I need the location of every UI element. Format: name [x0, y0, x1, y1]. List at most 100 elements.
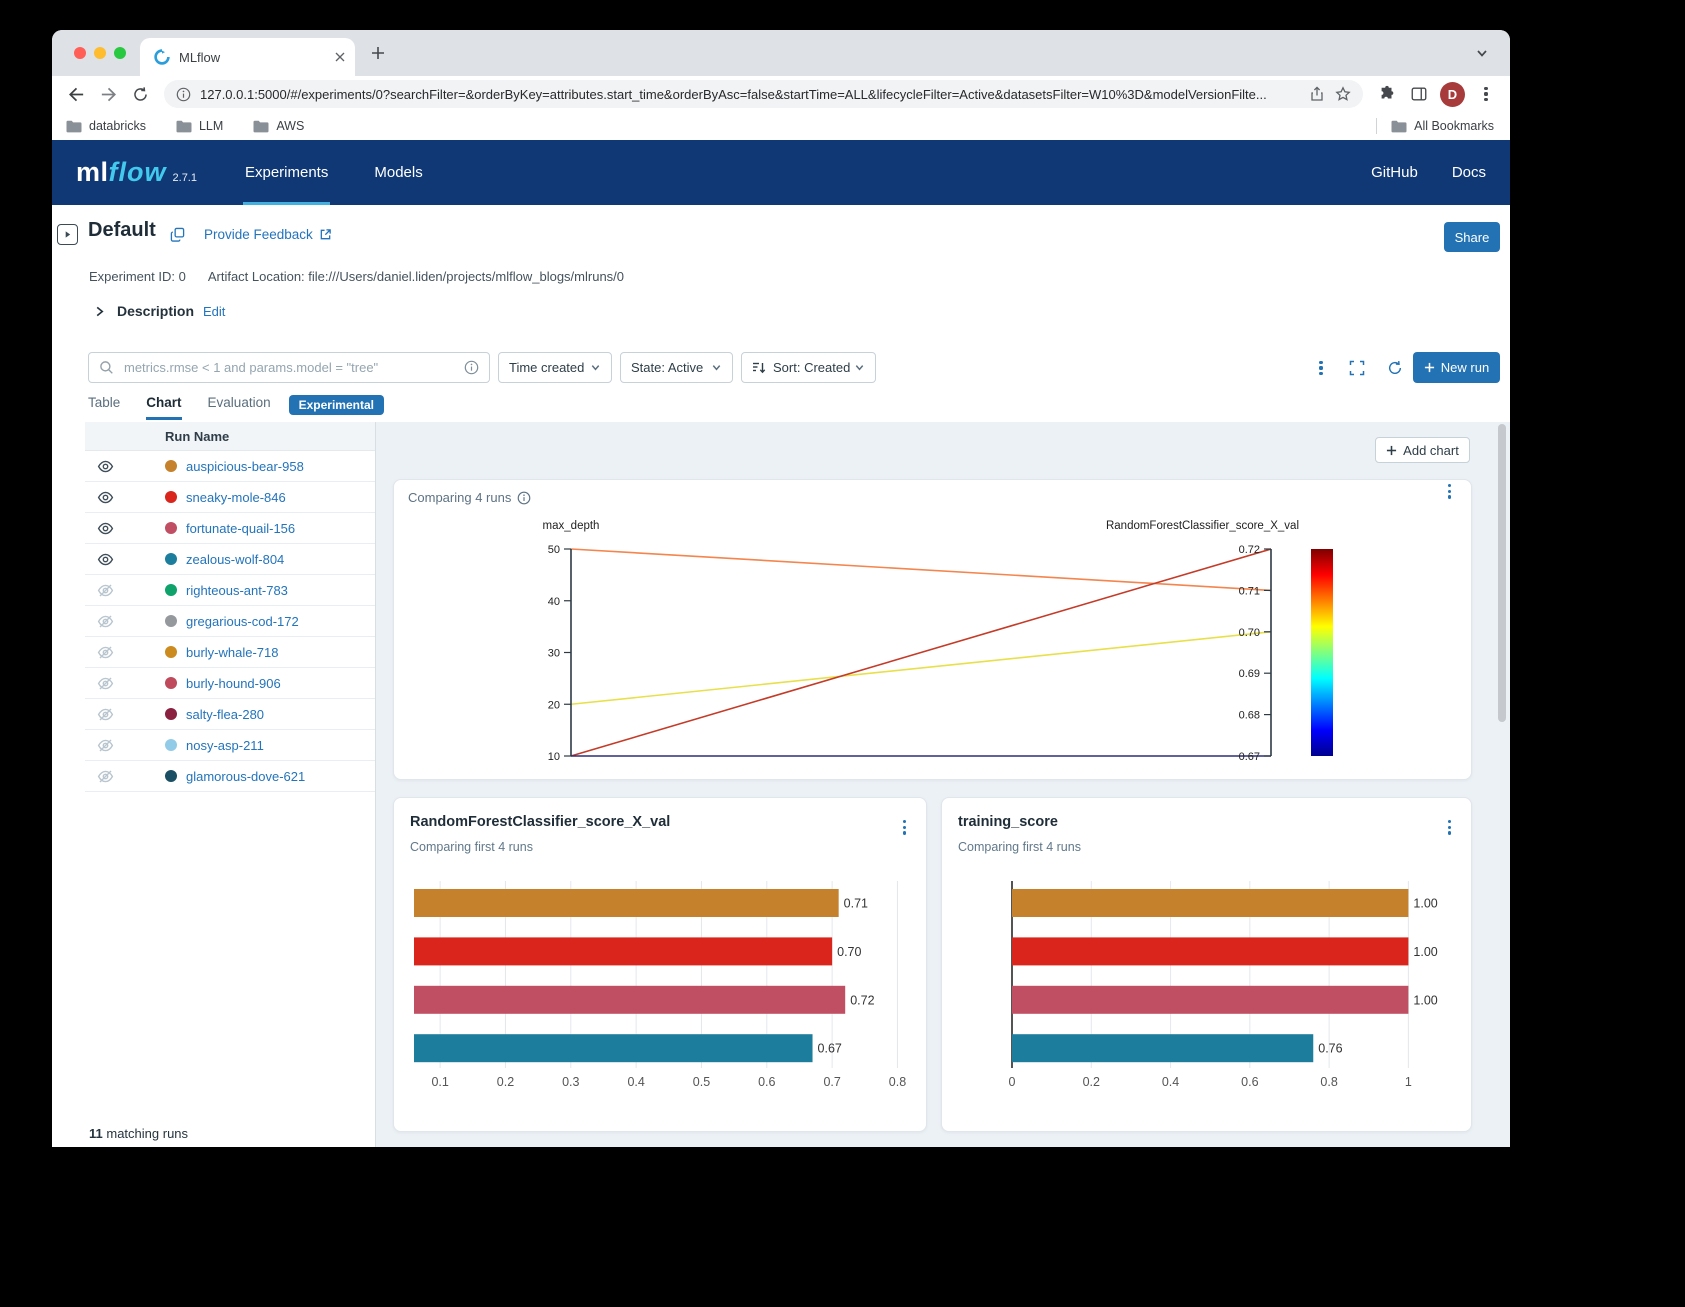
- run-name-link[interactable]: burly-hound-906: [186, 676, 281, 691]
- table-row[interactable]: nosy-asp-211: [85, 730, 375, 761]
- table-row[interactable]: glamorous-dove-621: [85, 761, 375, 792]
- table-row[interactable]: auspicious-bear-958: [85, 451, 375, 482]
- run-name-link[interactable]: righteous-ant-783: [186, 583, 288, 598]
- all-bookmarks-button[interactable]: All Bookmarks: [1391, 119, 1494, 133]
- run-name-link[interactable]: nosy-asp-211: [186, 738, 264, 753]
- search-icon: [99, 360, 114, 375]
- info-icon[interactable]: [517, 491, 531, 505]
- visibility-eye-icon[interactable]: [97, 520, 121, 537]
- version-label: 2.7.1: [173, 172, 197, 184]
- svg-text:0.68: 0.68: [1239, 710, 1260, 722]
- nav-experiments[interactable]: Experiments: [243, 140, 330, 205]
- time-created-dropdown[interactable]: Time created: [498, 352, 612, 383]
- run-name-link[interactable]: gregarious-cod-172: [186, 614, 299, 629]
- search-box[interactable]: [88, 352, 490, 383]
- chevron-right-icon[interactable]: [94, 306, 105, 317]
- refresh-icon[interactable]: [1382, 356, 1408, 380]
- search-info-icon[interactable]: [464, 360, 479, 375]
- back-icon[interactable]: [63, 81, 89, 107]
- sort-dropdown[interactable]: Sort: Created: [741, 352, 876, 383]
- table-row[interactable]: sneaky-mole-846: [85, 482, 375, 513]
- svg-text:0.76: 0.76: [1318, 1042, 1342, 1056]
- feedback-label[interactable]: Provide Feedback: [204, 227, 313, 242]
- run-name-link[interactable]: burly-whale-718: [186, 645, 279, 660]
- bookmark-label[interactable]: LLM: [199, 119, 223, 133]
- description-edit-link[interactable]: Edit: [203, 304, 225, 319]
- bookmark-label[interactable]: AWS: [276, 119, 304, 133]
- run-color-dot: [165, 584, 177, 596]
- run-name-link[interactable]: glamorous-dove-621: [186, 769, 305, 784]
- nav-models[interactable]: Models: [372, 140, 424, 205]
- table-row[interactable]: fortunate-quail-156: [85, 513, 375, 544]
- reload-icon[interactable]: [127, 81, 153, 107]
- github-link[interactable]: GitHub: [1371, 164, 1418, 181]
- chart-menu-kebab-icon[interactable]: [903, 820, 906, 835]
- minimize-window-button[interactable]: [94, 47, 106, 59]
- bookmark-star-icon[interactable]: [1335, 86, 1351, 102]
- bookmark-folder-databricks[interactable]: databricks: [66, 119, 146, 133]
- scrollbar-thumb[interactable]: [1498, 424, 1506, 722]
- docs-link[interactable]: Docs: [1452, 164, 1486, 181]
- visibility-eye-icon[interactable]: [97, 551, 121, 568]
- all-bookmarks-label[interactable]: All Bookmarks: [1414, 119, 1494, 133]
- extensions-puzzle-icon[interactable]: [1374, 81, 1400, 107]
- visibility-eye-icon[interactable]: [97, 489, 121, 506]
- bookmark-label[interactable]: databricks: [89, 119, 146, 133]
- run-name-link[interactable]: auspicious-bear-958: [186, 459, 304, 474]
- bookmark-folder-aws[interactable]: AWS: [253, 119, 304, 133]
- visibility-eye-off-icon[interactable]: [97, 644, 121, 661]
- zoom-window-button[interactable]: [114, 47, 126, 59]
- visibility-eye-off-icon[interactable]: [97, 613, 121, 630]
- provide-feedback-link[interactable]: Provide Feedback: [204, 227, 332, 242]
- table-row[interactable]: zealous-wolf-804: [85, 544, 375, 575]
- browser-tab[interactable]: MLflow: [140, 38, 355, 76]
- visibility-eye-off-icon[interactable]: [97, 737, 121, 754]
- tab-chart[interactable]: Chart: [146, 395, 181, 420]
- tab-close-icon[interactable]: [335, 52, 345, 62]
- bookmark-folder-llm[interactable]: LLM: [176, 119, 223, 133]
- chart-menu-kebab-icon[interactable]: [1448, 484, 1451, 499]
- visibility-eye-off-icon[interactable]: [97, 675, 121, 692]
- copy-icon[interactable]: [170, 227, 185, 242]
- tab-search-chevron-icon[interactable]: [1474, 45, 1490, 61]
- search-input[interactable]: [122, 359, 456, 376]
- add-chart-button[interactable]: Add chart: [1375, 437, 1470, 463]
- table-row[interactable]: burly-whale-718: [85, 637, 375, 668]
- fullscreen-icon[interactable]: [1344, 356, 1370, 380]
- macos-traffic-lights[interactable]: [74, 47, 126, 59]
- tab-table[interactable]: Table: [88, 395, 120, 420]
- tab-evaluation[interactable]: Evaluation: [208, 395, 271, 420]
- state-dropdown[interactable]: State: Active: [620, 352, 733, 383]
- browser-menu-kebab-icon[interactable]: [1473, 81, 1499, 107]
- run-name-link[interactable]: salty-flea-280: [186, 707, 264, 722]
- run-name-link[interactable]: sneaky-mole-846: [186, 490, 286, 505]
- run-name-link[interactable]: zealous-wolf-804: [186, 552, 284, 567]
- chart-menu-kebab-icon[interactable]: [1448, 820, 1451, 835]
- new-tab-button[interactable]: [368, 43, 388, 63]
- comparing-runs-label: Comparing 4 runs: [408, 490, 531, 505]
- table-row[interactable]: gregarious-cod-172: [85, 606, 375, 637]
- run-name-link[interactable]: fortunate-quail-156: [186, 521, 295, 536]
- visibility-eye-off-icon[interactable]: [97, 768, 121, 785]
- forward-icon[interactable]: [95, 81, 121, 107]
- table-row[interactable]: burly-hound-906: [85, 668, 375, 699]
- svg-text:0.70: 0.70: [837, 945, 861, 959]
- profile-avatar[interactable]: D: [1440, 82, 1465, 107]
- side-panel-icon[interactable]: [1406, 81, 1432, 107]
- chart-subtitle: Comparing first 4 runs: [410, 840, 533, 854]
- share-button[interactable]: Share: [1444, 222, 1500, 252]
- table-row[interactable]: righteous-ant-783: [85, 575, 375, 606]
- table-row[interactable]: salty-flea-280: [85, 699, 375, 730]
- svg-text:max_depth: max_depth: [543, 520, 600, 532]
- url-text[interactable]: 127.0.0.1:5000/#/experiments/0?searchFil…: [200, 87, 1299, 102]
- close-window-button[interactable]: [74, 47, 86, 59]
- site-info-icon[interactable]: [176, 87, 191, 102]
- visibility-eye-off-icon[interactable]: [97, 706, 121, 723]
- more-options-kebab-icon[interactable]: [1308, 356, 1334, 380]
- visibility-eye-icon[interactable]: [97, 458, 121, 475]
- share-icon[interactable]: [1309, 86, 1325, 102]
- visibility-eye-off-icon[interactable]: [97, 582, 121, 599]
- experiment-list-toggle-icon[interactable]: [57, 224, 78, 245]
- url-bar[interactable]: 127.0.0.1:5000/#/experiments/0?searchFil…: [164, 80, 1363, 108]
- new-run-button[interactable]: New run: [1413, 352, 1500, 383]
